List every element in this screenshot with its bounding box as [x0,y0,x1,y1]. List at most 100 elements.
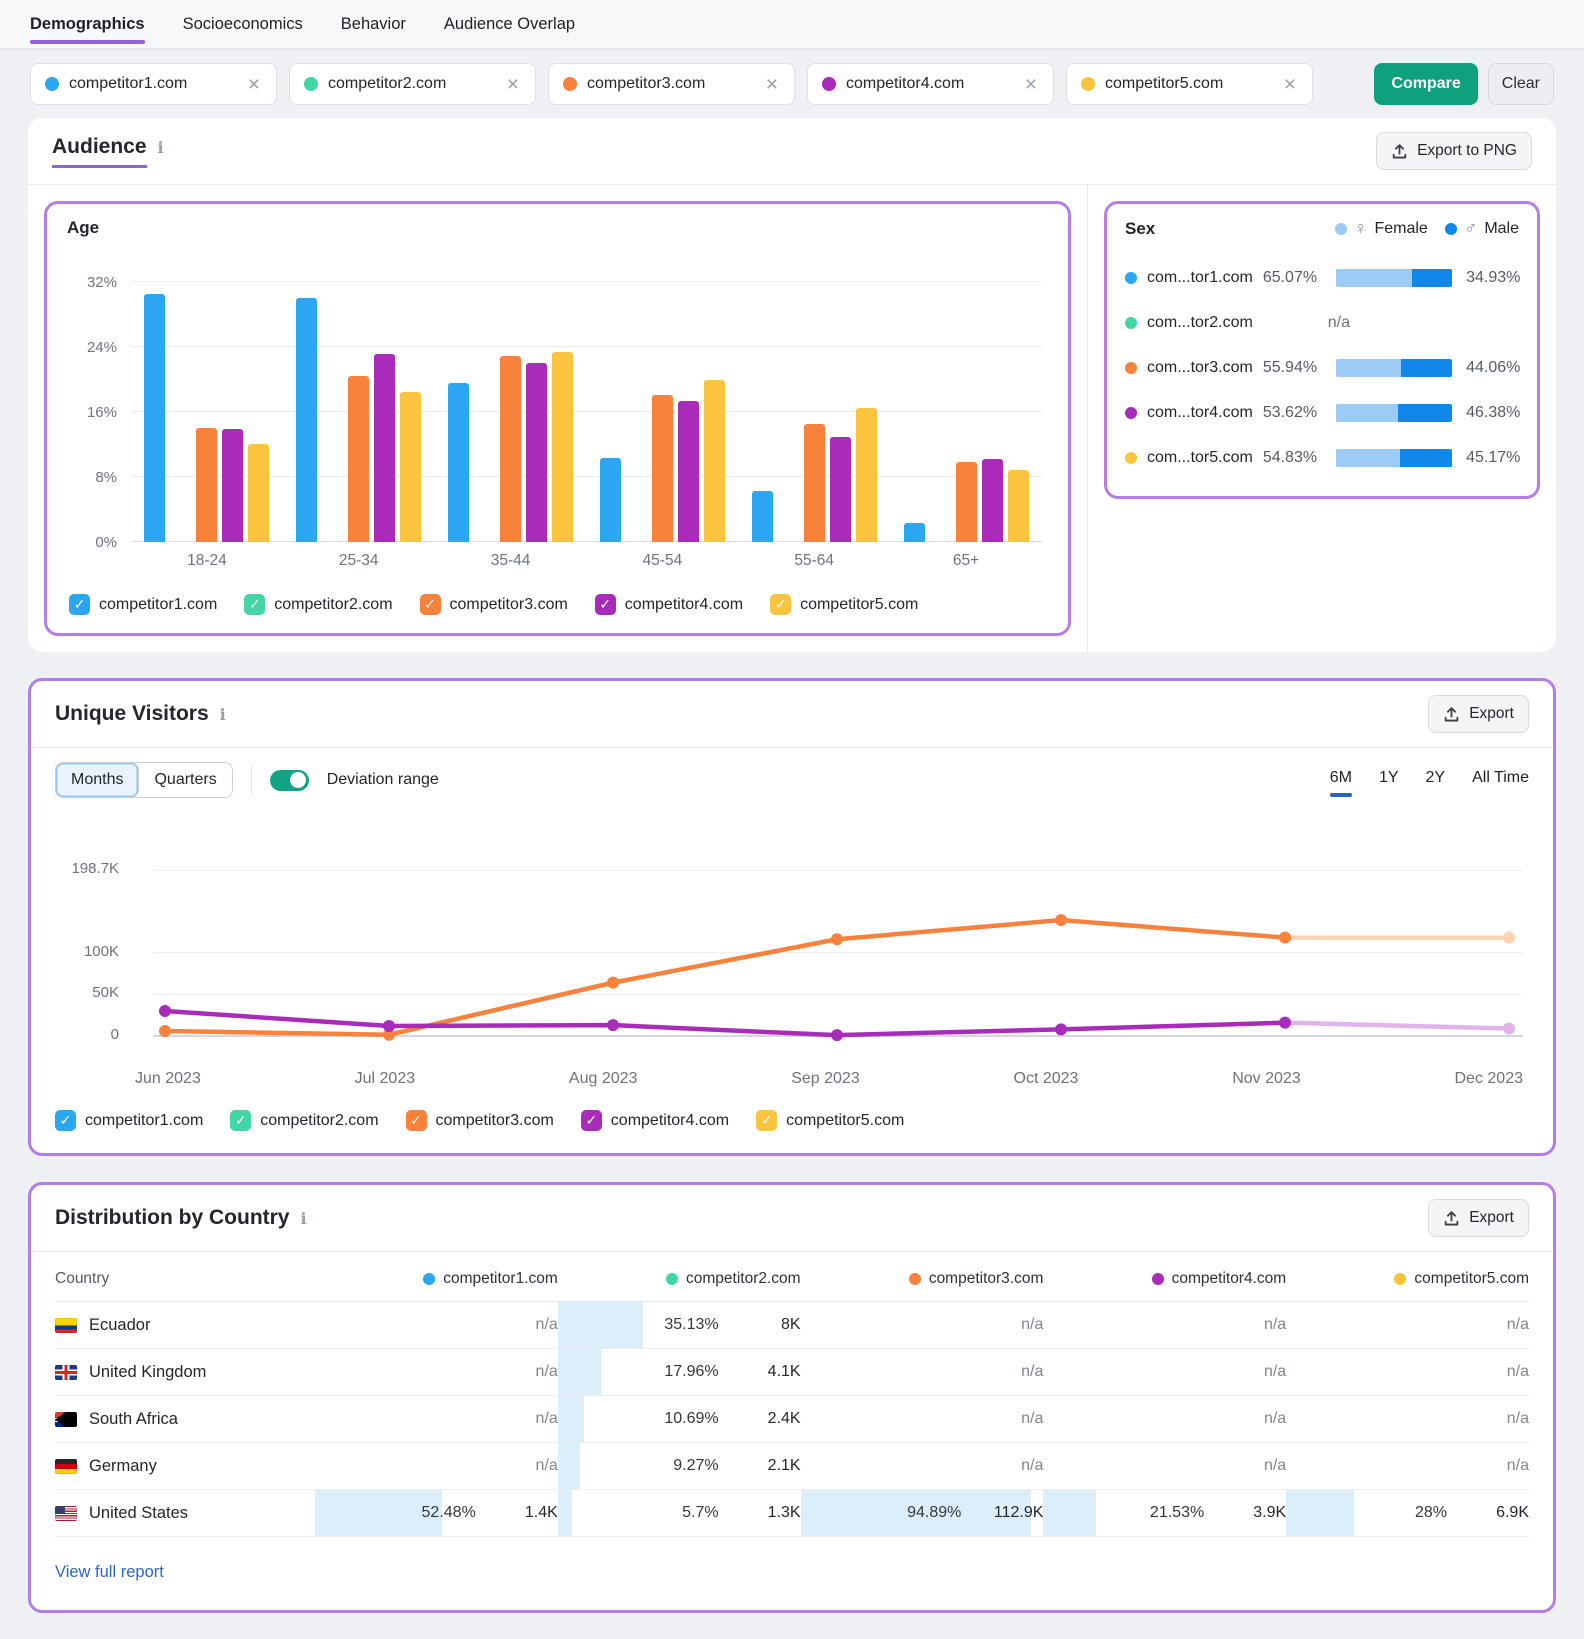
checkbox-checked-icon[interactable]: ✓ [594,594,616,615]
info-icon[interactable]: i [158,138,164,157]
data-point [1279,1016,1291,1029]
close-icon[interactable]: × [1019,74,1043,95]
tab-demographics[interactable]: Demographics [30,0,145,48]
age-bar [374,353,396,542]
na-value: n/a [535,1410,558,1427]
column-header-competitor4-com: competitor4.com [1043,1270,1286,1288]
clear-button[interactable]: Clear [1487,63,1554,105]
count-value: 112.9K [993,1504,1044,1521]
distribution-title: Distribution by Country i [55,1206,307,1230]
tab-socioeconomics[interactable]: Socioeconomics [183,0,303,48]
column-header-label: competitor4.com [1171,1269,1287,1287]
checkbox-checked-icon[interactable]: ✓ [770,594,792,615]
checkbox-checked-icon[interactable]: ✓ [405,1110,427,1131]
count-value: 3.9K [1253,1504,1287,1521]
data-cell: 94.89% 112.9K [800,1490,1044,1536]
sex-ratio-bar [1336,358,1453,377]
unique-visitors-toolbar: Months Quarters Deviation range 6M 1Y 2Y All… [31,748,1553,804]
y-axis-label: 50K [92,984,119,1002]
info-icon[interactable]: i [301,1209,307,1228]
na-value: n/a [1506,1410,1529,1427]
y-axis-label: 100K [83,942,119,960]
sex-na-value: n/a [1327,313,1350,331]
competitor-chip-competitor2-com[interactable]: competitor2.com × [289,63,536,105]
na-value: n/a [1263,1316,1287,1333]
data-cell: n/a [1043,1349,1286,1395]
competitor-dot-icon [45,77,59,91]
range-all-time[interactable]: All Time [1472,769,1529,791]
months-quarters-toggle: Months Quarters [55,762,233,798]
x-axis-label: 55-64 [794,552,835,569]
legend-label: competitor4.com [624,595,744,613]
competitor-dot-icon [1125,406,1137,419]
age-bar [500,356,522,542]
age-legend: ✓ competitor1.com ✓ competitor2.com ✓ competi… [69,594,1048,615]
country-column-header: Country [55,1269,110,1287]
x-axis-label: Sep 2023 [791,1070,860,1087]
checkbox-checked-icon[interactable]: ✓ [69,594,90,615]
female-bar-segment [1336,403,1399,422]
legend-label: competitor5.com [800,595,919,613]
audience-title-text[interactable]: Audience [52,135,147,168]
data-cell: n/a [1286,1302,1529,1348]
data-cell: 35.13% 8K [557,1302,801,1348]
info-icon[interactable]: i [220,705,226,724]
range-1y[interactable]: 1Y [1379,769,1399,791]
x-axis-label: 18-24 [187,552,227,569]
data-point [831,933,843,946]
sex-row-2: com...tor2.com n/a [1125,300,1519,345]
column-header-competitor2-com: competitor2.com [558,1270,801,1288]
checkbox-checked-icon[interactable]: ✓ [244,594,266,615]
toggle-months[interactable]: Months [56,763,140,797]
age-bar [981,459,1003,542]
tab-audience-overlap[interactable]: Audience Overlap [444,0,575,48]
data-cell: 21.53% 3.9K [1043,1490,1286,1536]
column-header-competitor5-com: competitor5.com [1286,1270,1529,1288]
export-to-png-button[interactable]: Export to PNG [1376,132,1532,170]
checkbox-checked-icon[interactable]: ✓ [580,1110,602,1131]
close-icon[interactable]: × [1278,74,1302,95]
export-to-png-label: Export to PNG [1417,142,1517,159]
country-cell: United States [55,1490,315,1536]
data-cell: n/a [315,1396,558,1442]
checkbox-checked-icon[interactable]: ✓ [55,1110,76,1131]
compare-button[interactable]: Compare [1374,63,1478,105]
sex-domain: com...tor4.com [1147,403,1253,421]
distribution-title-text: Distribution by Country [55,1206,290,1229]
close-icon[interactable]: × [760,74,784,95]
competitor-chip-competitor3-com[interactable]: competitor3.com × [548,63,795,105]
column-header-label: competitor5.com [1414,1269,1529,1287]
x-axis-label: 35-44 [490,552,531,569]
data-point [607,1019,619,1032]
close-icon[interactable]: × [501,74,525,95]
close-icon[interactable]: × [242,74,266,95]
export-button[interactable]: Export [1428,1199,1529,1237]
checkbox-checked-icon[interactable]: ✓ [756,1110,778,1131]
time-range-selector: 6M 1Y 2Y All Time [1329,769,1529,797]
export-button[interactable]: Export [1428,695,1529,733]
competitor-chip-competitor1-com[interactable]: competitor1.com × [30,63,277,105]
data-cell: 5.7% 1.3K [557,1490,801,1536]
cell-highlight-bar [1043,1490,1096,1536]
data-point [1055,914,1067,927]
age-bar [144,293,166,542]
range-2y[interactable]: 2Y [1426,769,1446,791]
table-row-ecuador: Ecuador n/a 35.13% 8K n/a n/a n/a [55,1302,1529,1349]
toggle-quarters[interactable]: Quarters [139,763,232,797]
view-full-report-link[interactable]: View full report [31,1537,1553,1610]
checkbox-checked-icon[interactable]: ✓ [419,594,441,615]
sex-row-5: com...tor5.com 54.83% 45.17% [1125,435,1520,480]
competitor-chip-competitor4-com[interactable]: competitor4.com × [807,63,1054,105]
country-cell: Germany [55,1443,315,1489]
na-value: n/a [1506,1316,1529,1333]
deviation-range-toggle[interactable] [269,769,309,791]
competitor-name: competitor5.com [1105,75,1224,92]
legend-label: competitor5.com [786,1111,905,1129]
competitor-dot-icon [1394,1272,1407,1285]
competitor-chip-competitor5-com[interactable]: competitor5.com × [1066,63,1313,105]
range-6m[interactable]: 6M [1329,769,1353,797]
checkbox-checked-icon[interactable]: ✓ [230,1110,252,1131]
tab-behavior[interactable]: Behavior [341,0,406,48]
export-icon [1392,143,1407,158]
unique-visitors-title: Unique Visitors i [55,702,226,726]
